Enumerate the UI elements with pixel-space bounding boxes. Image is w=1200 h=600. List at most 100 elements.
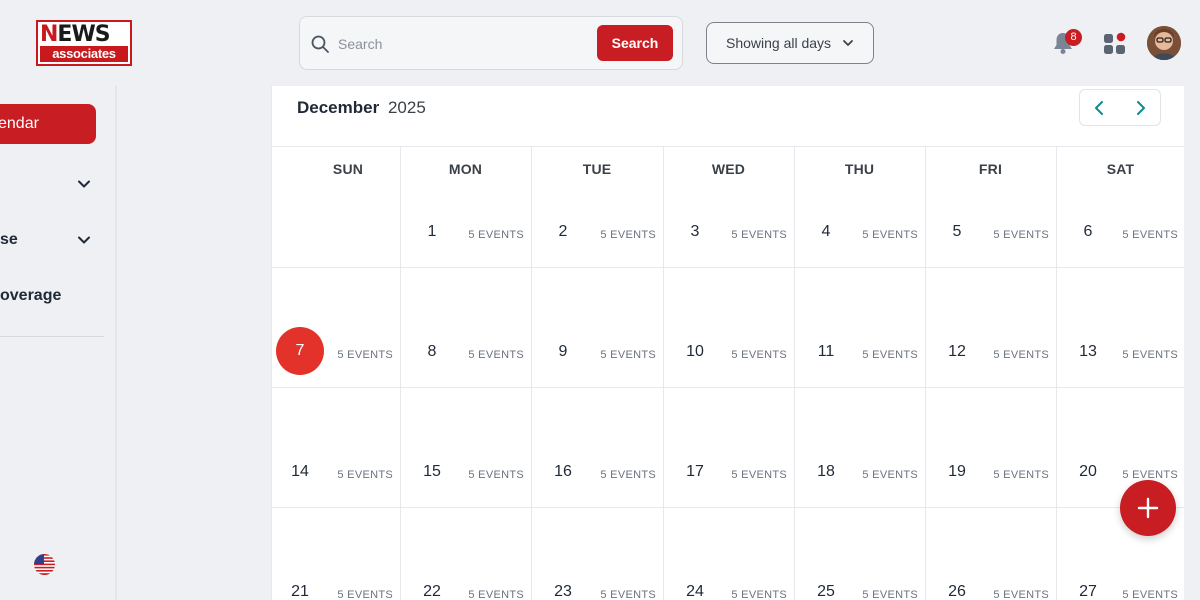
day-number: 4 [821, 223, 831, 240]
event-count[interactable]: 5 EVENTS [468, 589, 524, 600]
day-number: 23 [554, 583, 572, 600]
day-number: 13 [1079, 343, 1097, 360]
day-filter-label: Showing all days [726, 35, 832, 51]
event-count[interactable]: 5 EVENTS [1122, 589, 1178, 600]
calendar-day-cell[interactable]: 13 5 EVENTS [1056, 267, 1185, 387]
day-number: 27 [1079, 583, 1097, 600]
event-count[interactable]: 5 EVENTS [862, 349, 918, 361]
chevron-right-icon [1137, 100, 1145, 115]
day-number: 9 [558, 343, 568, 360]
logo-tagline: associates [40, 46, 128, 62]
user-avatar[interactable] [1147, 26, 1181, 60]
event-count[interactable]: 5 EVENTS [993, 229, 1049, 241]
news-associates-logo[interactable]: NEWS associates [36, 20, 132, 66]
day-number: 22 [423, 583, 441, 600]
event-count[interactable]: 5 EVENTS [862, 229, 918, 241]
apps-grid-icon[interactable] [1103, 31, 1127, 55]
day-number: 20 [1079, 463, 1097, 480]
event-count[interactable]: 5 EVENTS [468, 349, 524, 361]
calendar-day-cell[interactable]: 23 5 EVENTS [531, 507, 663, 600]
search-button[interactable]: Search [597, 25, 673, 61]
day-number: 11 [817, 343, 835, 360]
event-count[interactable]: 5 EVENTS [600, 229, 656, 241]
day-number: 2 [558, 223, 568, 240]
sidebar-item-coverage[interactable]: overage [0, 287, 61, 305]
day-number: 8 [427, 343, 437, 360]
chevron-down-icon [843, 40, 853, 46]
chevron-down-icon[interactable] [77, 233, 91, 247]
chevron-left-icon [1095, 100, 1103, 115]
day-number: 26 [948, 583, 966, 600]
day-filter-dropdown[interactable]: Showing all days [706, 22, 874, 64]
day-number: 18 [817, 463, 835, 480]
day-number: 21 [291, 583, 309, 600]
add-event-button[interactable] [1120, 480, 1176, 536]
today-day-number: 7 [276, 327, 324, 375]
day-number: 12 [948, 343, 966, 360]
event-count[interactable]: 5 EVENTS [862, 469, 918, 481]
calendar-day-cell[interactable]: 2 5 EVENTS [531, 147, 663, 267]
event-count[interactable]: 5 EVENTS [993, 349, 1049, 361]
calendar-day-cell[interactable]: 12 5 EVENTS [925, 267, 1056, 387]
calendar-day-cell[interactable]: 8 5 EVENTS [400, 267, 531, 387]
calendar-day-cell[interactable]: 3 5 EVENTS [663, 147, 794, 267]
plus-icon [1137, 497, 1159, 519]
event-count[interactable]: 5 EVENTS [731, 469, 787, 481]
sidebar-item-calendar[interactable]: endar [0, 104, 96, 144]
event-count[interactable]: 5 EVENTS [468, 469, 524, 481]
search-input[interactable] [338, 31, 588, 57]
event-count[interactable]: 5 EVENTS [600, 469, 656, 481]
calendar-day-cell[interactable]: 18 5 EVENTS [794, 387, 925, 507]
avatar-image [1147, 26, 1181, 60]
calendar-day-cell[interactable]: 1 5 EVENTS [400, 147, 531, 267]
calendar-day-cell[interactable]: 21 5 EVENTS [272, 507, 400, 600]
calendar-day-cell[interactable]: 15 5 EVENTS [400, 387, 531, 507]
calendar-day-cell[interactable]: 14 5 EVENTS [272, 387, 400, 507]
calendar-day-cell[interactable]: 5 5 EVENTS [925, 147, 1056, 267]
calendar-day-cell[interactable]: 9 5 EVENTS [531, 267, 663, 387]
event-count[interactable]: 5 EVENTS [993, 589, 1049, 600]
day-number: 14 [291, 463, 309, 480]
event-count[interactable]: 5 EVENTS [731, 229, 787, 241]
sidebar-divider [0, 336, 104, 337]
logo-wordmark: NEWS [40, 22, 111, 47]
event-count[interactable]: 5 EVENTS [337, 349, 393, 361]
day-number: 24 [686, 583, 704, 600]
event-count[interactable]: 5 EVENTS [337, 469, 393, 481]
chevron-down-icon[interactable] [77, 177, 91, 191]
event-count[interactable]: 5 EVENTS [468, 229, 524, 241]
event-count[interactable]: 5 EVENTS [337, 589, 393, 600]
calendar-day-cell[interactable]: 24 5 EVENTS [663, 507, 794, 600]
event-count[interactable]: 5 EVENTS [600, 589, 656, 600]
sidebar-item-collapsed-2[interactable]: se [0, 231, 18, 249]
month-name: December [297, 98, 380, 117]
year-label: 2025 [387, 98, 426, 117]
prev-month-button[interactable] [1080, 90, 1120, 125]
day-number: 19 [948, 463, 966, 480]
calendar-day-cell[interactable]: 10 5 EVENTS [663, 267, 794, 387]
event-count[interactable]: 5 EVENTS [993, 469, 1049, 481]
calendar-panel: December 2025 SUN MON TUE WED THU FRI SAT 1 5 EV… [271, 86, 1185, 600]
us-flag-icon[interactable] [34, 554, 55, 575]
sidebar: endar se overage [0, 86, 117, 600]
calendar-day-cell[interactable]: 17 5 EVENTS [663, 387, 794, 507]
event-count[interactable]: 5 EVENTS [1122, 229, 1178, 241]
month-navigation [1079, 89, 1161, 126]
next-month-button[interactable] [1120, 90, 1160, 125]
calendar-day-cell[interactable]: 22 5 EVENTS [400, 507, 531, 600]
event-count[interactable]: 5 EVENTS [862, 589, 918, 600]
calendar-day-cell[interactable]: 19 5 EVENTS [925, 387, 1056, 507]
search-bar: Search [299, 16, 683, 70]
calendar-day-cell[interactable]: 26 5 EVENTS [925, 507, 1056, 600]
calendar-day-cell[interactable]: 11 5 EVENTS [794, 267, 925, 387]
day-number: 17 [686, 463, 704, 480]
event-count[interactable]: 5 EVENTS [731, 589, 787, 600]
event-count[interactable]: 5 EVENTS [600, 349, 656, 361]
calendar-day-cell[interactable]: 4 5 EVENTS [794, 147, 925, 267]
calendar-day-cell[interactable]: 25 5 EVENTS [794, 507, 925, 600]
calendar-day-cell[interactable]: 16 5 EVENTS [531, 387, 663, 507]
event-count[interactable]: 5 EVENTS [731, 349, 787, 361]
calendar-day-cell[interactable]: 7 5 EVENTS [272, 267, 400, 387]
calendar-day-cell[interactable]: 6 5 EVENTS [1056, 147, 1185, 267]
event-count[interactable]: 5 EVENTS [1122, 349, 1178, 361]
